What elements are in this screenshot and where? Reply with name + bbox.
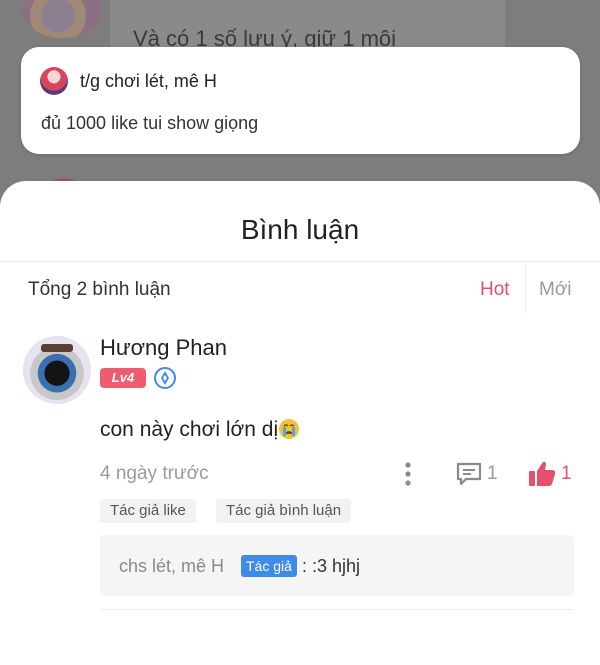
avatar[interactable] bbox=[23, 336, 91, 404]
reply-author: chs lét, mê H bbox=[119, 556, 225, 576]
quote-text: đủ 1000 like tui show giọng bbox=[41, 113, 259, 133]
comment-total: Tổng 2 bình luận bbox=[28, 279, 171, 300]
comment-text-content: con này chơi lớn dị bbox=[100, 418, 279, 441]
reply-text: : :3 hjhj bbox=[302, 556, 361, 576]
level-badge: Lv4 bbox=[100, 368, 146, 388]
comment-author[interactable]: Hương Phan bbox=[100, 335, 227, 361]
quote-avatar bbox=[40, 67, 68, 95]
like-icon[interactable] bbox=[527, 459, 557, 489]
more-options-icon[interactable] bbox=[404, 461, 412, 487]
author-reply-box[interactable]: chs lét, mê H Tác giả : :3 hjhj bbox=[100, 535, 574, 596]
comments-sheet: Bình luận Tổng 2 bình luận Hot Mới Hương… bbox=[0, 181, 600, 665]
comment-time: 4 ngày trước bbox=[100, 463, 209, 484]
crying-emoji-icon bbox=[279, 419, 300, 439]
sort-hot-tab[interactable]: Hot bbox=[480, 279, 510, 301]
verified-icon bbox=[154, 367, 176, 389]
comment-text: con này chơi lớn dị bbox=[100, 418, 300, 442]
author-badge: Tác giả bbox=[241, 555, 297, 577]
author-replied-tag: Tác giả bình luận bbox=[216, 499, 352, 523]
sort-new-tab[interactable]: Mới bbox=[539, 279, 572, 301]
quoted-comment-card[interactable]: t/g chơi lét, mê H đủ 1000 like tui show… bbox=[21, 47, 580, 154]
background-avatar bbox=[22, 0, 102, 38]
reply-count: 1 bbox=[487, 463, 498, 484]
author-liked-tag: Tác giả like bbox=[100, 499, 196, 523]
divider bbox=[100, 609, 574, 610]
sheet-title: Bình luận bbox=[240, 214, 360, 245]
comment-count-row: Tổng 2 bình luận Hot Mới bbox=[0, 262, 600, 318]
sort-separator bbox=[525, 264, 526, 314]
reply-icon[interactable] bbox=[455, 460, 483, 488]
like-count: 1 bbox=[561, 463, 572, 484]
quote-author: t/g chơi lét, mê H bbox=[80, 71, 217, 91]
